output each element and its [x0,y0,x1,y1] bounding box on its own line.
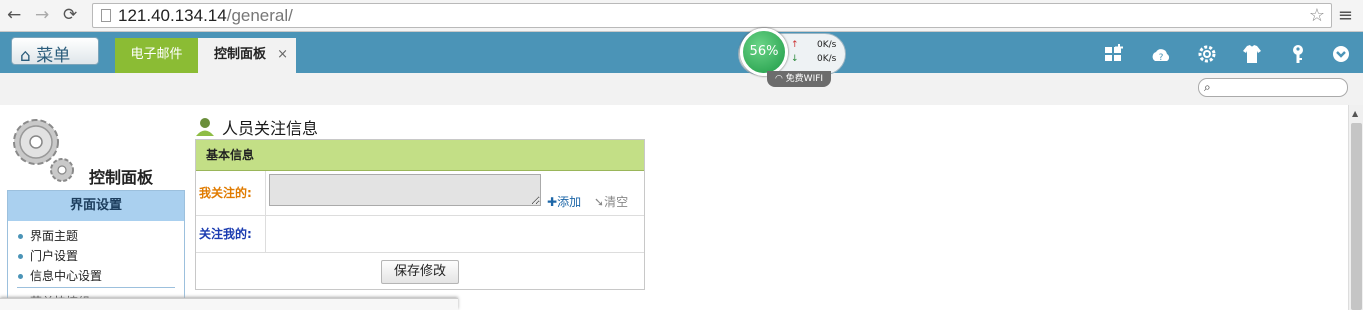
key-icon[interactable] [1287,44,1309,64]
control-panel-gear-icon [13,119,74,182]
following-label: 我关注的: [196,171,266,215]
wifi-icon: ◠ [774,74,783,84]
sidebar-divider [17,287,175,288]
bookmark-star-icon[interactable]: ☆ [1309,5,1325,26]
tab-email-label: 电子邮件 [130,47,183,62]
wifi-label: 免费WIFI [785,74,824,84]
browser-menu-icon[interactable]: ≡ [1338,5,1353,26]
network-percent: 56% [749,44,779,59]
scrollbar-thumb[interactable] [1351,123,1362,310]
home-icon: ⌂ [20,46,31,66]
section-title: 人员关注信息 [222,119,319,138]
table-header: 基本信息 [196,140,644,171]
page-icon [101,9,111,22]
url-text: 121.40.134.14/general/ [118,6,293,26]
wifi-badge[interactable]: ◠ 免费WIFI [767,71,831,87]
browser-toolbar: ← → ⟳ 121.40.134.14/general/ ☆ ≡ [0,0,1363,32]
search-input[interactable]: ⌕ [1198,78,1348,97]
panel-title: 控制面板 [89,168,154,187]
following-textarea[interactable] [269,174,541,206]
table-row-followers: 关注我的: [196,216,644,253]
search-icon: ⌕ [1204,80,1211,94]
followers-label: 关注我的: [196,216,266,252]
save-button[interactable]: 保存修改 [381,260,459,284]
address-bar[interactable]: 121.40.134.14/general/ ☆ [92,3,1332,28]
menu-label: 菜单 [36,46,71,66]
download-arrow-icon: ↓ [791,54,799,64]
table-row-following: 我关注的: ✚添加 ➘清空 [196,171,644,216]
upload-arrow-icon: ↑ [791,40,799,50]
tab-control-panel-label: 控制面板 [214,47,267,62]
add-label: 添加 [557,195,582,209]
sidebar-item-info-center[interactable]: 信息中心设置 [18,267,102,284]
bottom-popup-panel [0,298,458,310]
url-host: 121.40.134.14 [118,6,227,25]
forward-icon[interactable]: → [35,5,49,25]
url-path: /general/ [226,6,293,25]
tab-close-icon[interactable]: × [277,38,288,71]
add-link[interactable]: ✚添加 [547,193,581,210]
plus-icon: ✚ [547,195,558,209]
download-speed: 0K/s [817,54,837,64]
cloud-help-icon[interactable]: ? [1150,44,1172,64]
tab-email[interactable]: 电子邮件 [115,38,198,73]
shirt-theme-icon[interactable] [1241,44,1263,64]
svg-text:?: ? [1159,53,1164,63]
scroll-up-icon[interactable]: ▲ [1352,109,1358,118]
clear-link[interactable]: ➘清空 [594,193,628,210]
menu-button[interactable]: ⌂ 菜单 [11,37,99,66]
network-percent-ring[interactable]: 56% [740,28,788,76]
sidebar-item-theme[interactable]: 界面主题 [18,227,78,244]
grid-add-icon[interactable] [1103,44,1125,64]
sidebar: 界面设置 界面主题 门户设置 信息中心设置 菜单快捷组 [7,190,185,310]
tab-control-panel[interactable]: 控制面板 × [198,38,296,73]
reload-icon[interactable]: ⟳ [63,5,77,25]
sidebar-item-portal[interactable]: 门户设置 [18,247,78,264]
person-icon [196,118,214,136]
clear-label: 清空 [604,195,629,209]
back-icon[interactable]: ← [7,5,21,25]
eraser-icon: ➘ [594,195,605,209]
gear-icon[interactable] [1196,44,1218,64]
sidebar-section-title: 界面设置 [8,191,184,221]
chevron-down-circle-icon[interactable] [1330,44,1352,64]
scrollbar[interactable]: ▲ [1348,105,1363,310]
info-table: 基本信息 我关注的: ✚添加 ➘清空 关注我的: 保存修改 [195,139,645,290]
upload-speed: 0K/s [817,40,837,50]
